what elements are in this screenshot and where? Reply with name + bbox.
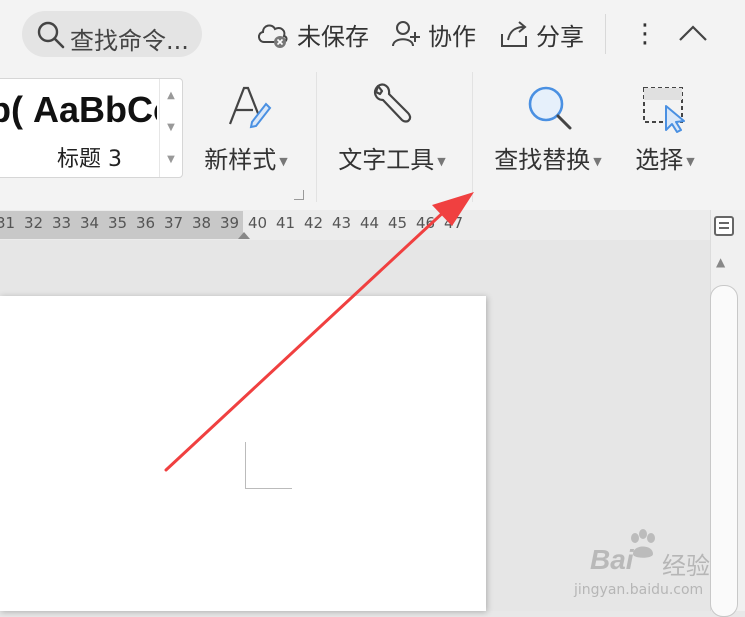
watermark-site: jingyan.baidu.com <box>574 582 704 598</box>
annotation-arrow <box>164 192 474 472</box>
paw-logo-icon <box>631 529 655 558</box>
baidu-watermark: Bai 经验 jingyan.baidu.com <box>570 528 740 608</box>
watermark-brand-cn: 经验 <box>662 552 710 580</box>
